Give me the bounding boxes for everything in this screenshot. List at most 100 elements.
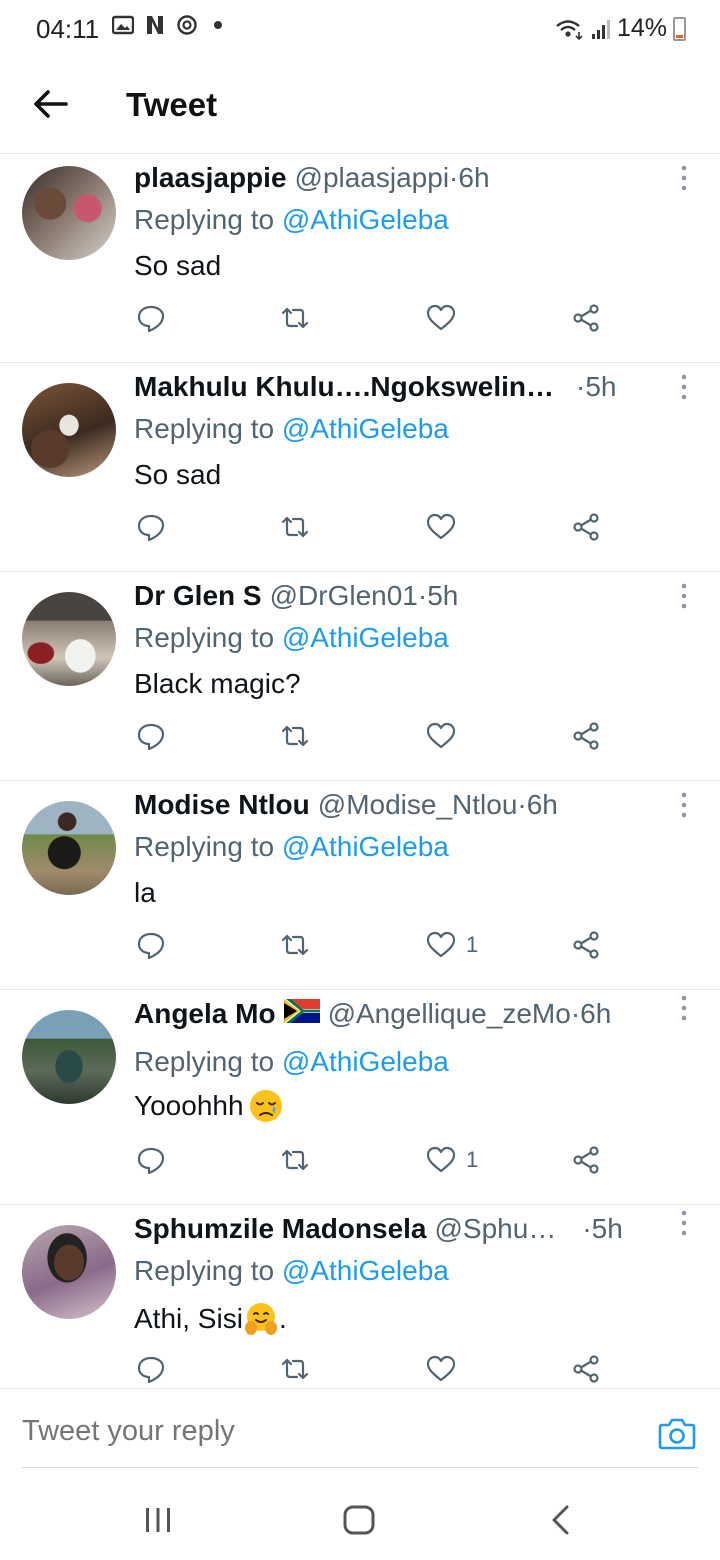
- more-options-icon[interactable]: [674, 582, 694, 610]
- tweet-text: Athi, Sisi .: [134, 1301, 287, 1337]
- retweet-icon: [281, 516, 309, 538]
- share-icon: [573, 722, 599, 750]
- reply-tweet[interactable]: Modise Ntlou @Modise_Ntlou · 6h Replying…: [0, 781, 720, 990]
- mention-link[interactable]: @AthiGeleba: [282, 204, 449, 235]
- recent-apps-icon[interactable]: [140, 1502, 176, 1538]
- signal-icon: [591, 19, 610, 39]
- avatar[interactable]: [22, 592, 116, 686]
- share-icon: [573, 931, 599, 959]
- display-name[interactable]: Dr Glen S: [134, 580, 262, 612]
- reply-tweet[interactable]: Sphumzile Madonsela @Sphu… · 5h Replying…: [0, 1205, 720, 1388]
- time-separator: ·: [582, 1213, 592, 1244]
- reply-input[interactable]: [22, 1415, 582, 1448]
- user-handle[interactable]: @Sphu…: [435, 1213, 557, 1245]
- more-options-icon[interactable]: [674, 373, 694, 401]
- more-options-icon[interactable]: [674, 994, 694, 1022]
- system-nav-bar: [0, 1480, 720, 1560]
- more-options-icon[interactable]: [674, 164, 694, 192]
- reply-button[interactable]: [136, 1142, 166, 1178]
- reply-tweet[interactable]: Angela Mo @Angellique_zeMo · 6h Replying…: [0, 990, 720, 1205]
- reply-button[interactable]: [136, 1351, 166, 1387]
- home-icon[interactable]: [341, 1502, 377, 1538]
- like-button[interactable]: [426, 718, 466, 754]
- tweet-header: Makhulu Khulu….Ngokswelin… · 5h: [134, 371, 660, 411]
- user-handle[interactable]: @Modise_Ntlou: [318, 789, 518, 821]
- south-africa-flag-icon: [283, 999, 320, 1023]
- tweet-text-content: Black magic?: [134, 668, 301, 699]
- display-name[interactable]: Modise Ntlou: [134, 789, 310, 821]
- camera-icon[interactable]: [658, 1415, 696, 1451]
- share-button[interactable]: [572, 509, 602, 545]
- tweet-time: 5h: [591, 1213, 623, 1244]
- reply-composer: [0, 1388, 720, 1480]
- avatar[interactable]: [22, 1010, 116, 1104]
- retweet-button[interactable]: [280, 1142, 310, 1178]
- share-button[interactable]: [572, 927, 602, 963]
- share-button[interactable]: [572, 1351, 602, 1387]
- share-button[interactable]: [572, 718, 602, 754]
- share-icon: [573, 1146, 599, 1174]
- mention-link[interactable]: @AthiGeleba: [282, 413, 449, 444]
- tweet-actions: 1: [134, 927, 614, 963]
- back-nav-icon[interactable]: [543, 1502, 579, 1538]
- status-right: 14%: [555, 14, 686, 43]
- hugging-face-emoji: [244, 1303, 277, 1335]
- like-button[interactable]: [426, 300, 466, 336]
- user-handle[interactable]: @DrGlen01: [270, 580, 418, 612]
- avatar[interactable]: [22, 383, 116, 477]
- share-button[interactable]: [572, 1142, 602, 1178]
- reply-button[interactable]: [136, 927, 166, 963]
- avatar[interactable]: [22, 1225, 116, 1319]
- more-options-icon[interactable]: [674, 791, 694, 819]
- mention-link[interactable]: @AthiGeleba: [282, 622, 449, 653]
- battery-icon: [673, 16, 686, 41]
- avatar[interactable]: [22, 166, 116, 260]
- avatar[interactable]: [22, 801, 116, 895]
- replying-to: Replying to @AthiGeleba: [134, 622, 449, 654]
- reply-list: plaasjappie @plaasjappi · 6h Replying to…: [0, 154, 720, 1388]
- retweet-button[interactable]: [280, 509, 310, 545]
- display-name[interactable]: plaasjappie: [134, 162, 287, 194]
- user-handle[interactable]: @plaasjappi: [295, 162, 450, 194]
- tweet-actions: [134, 1351, 614, 1387]
- display-name[interactable]: Angela Mo: [134, 998, 276, 1030]
- retweet-button[interactable]: [280, 927, 310, 963]
- share-button[interactable]: [572, 300, 602, 336]
- like-button[interactable]: [426, 509, 466, 545]
- tweet-time: 5h: [427, 580, 459, 611]
- replying-to-label: Replying to: [134, 1046, 275, 1077]
- mention-link[interactable]: @AthiGeleba: [282, 831, 449, 862]
- retweet-button[interactable]: [280, 718, 310, 754]
- reply-button[interactable]: [136, 718, 166, 754]
- retweet-button[interactable]: [280, 300, 310, 336]
- heart-icon: [426, 1355, 456, 1382]
- retweet-button[interactable]: [280, 1351, 310, 1387]
- tweet-time: 6h: [458, 162, 490, 193]
- display-name[interactable]: Sphumzile Madonsela: [134, 1213, 427, 1245]
- time-separator: ·: [576, 371, 586, 402]
- tweet-text: So sad: [134, 250, 221, 282]
- user-handle[interactable]: @Angellique_zeMo: [328, 998, 571, 1030]
- reply-tweet[interactable]: plaasjappie @plaasjappi · 6h Replying to…: [0, 154, 720, 363]
- retweet-icon: [281, 1358, 309, 1380]
- like-button[interactable]: [426, 1351, 466, 1387]
- like-count: 1: [466, 932, 479, 957]
- status-time: 04:11: [36, 14, 100, 44]
- reply-button[interactable]: [136, 300, 166, 336]
- display-name[interactable]: Makhulu Khulu….Ngokswelin…: [134, 371, 554, 403]
- heart-icon: [426, 304, 456, 331]
- mention-link[interactable]: @AthiGeleba: [282, 1046, 449, 1077]
- notification-icons: [112, 14, 222, 36]
- reply-tweet[interactable]: Dr Glen S @DrGlen01 · 5h Replying to @At…: [0, 572, 720, 781]
- mention-link[interactable]: @AthiGeleba: [282, 1255, 449, 1286]
- reply-tweet[interactable]: Makhulu Khulu….Ngokswelin… · 5h Replying…: [0, 363, 720, 572]
- tweet-header: Dr Glen S @DrGlen01 · 5h: [134, 580, 660, 620]
- like-button[interactable]: 1: [426, 927, 478, 963]
- replying-to-label: Replying to: [134, 831, 275, 862]
- reply-icon: [137, 305, 165, 333]
- back-button[interactable]: [30, 84, 70, 124]
- like-button[interactable]: 1: [426, 1142, 478, 1178]
- battery-percent: 14%: [616, 14, 667, 42]
- reply-button[interactable]: [136, 509, 166, 545]
- more-options-icon[interactable]: [674, 1209, 694, 1237]
